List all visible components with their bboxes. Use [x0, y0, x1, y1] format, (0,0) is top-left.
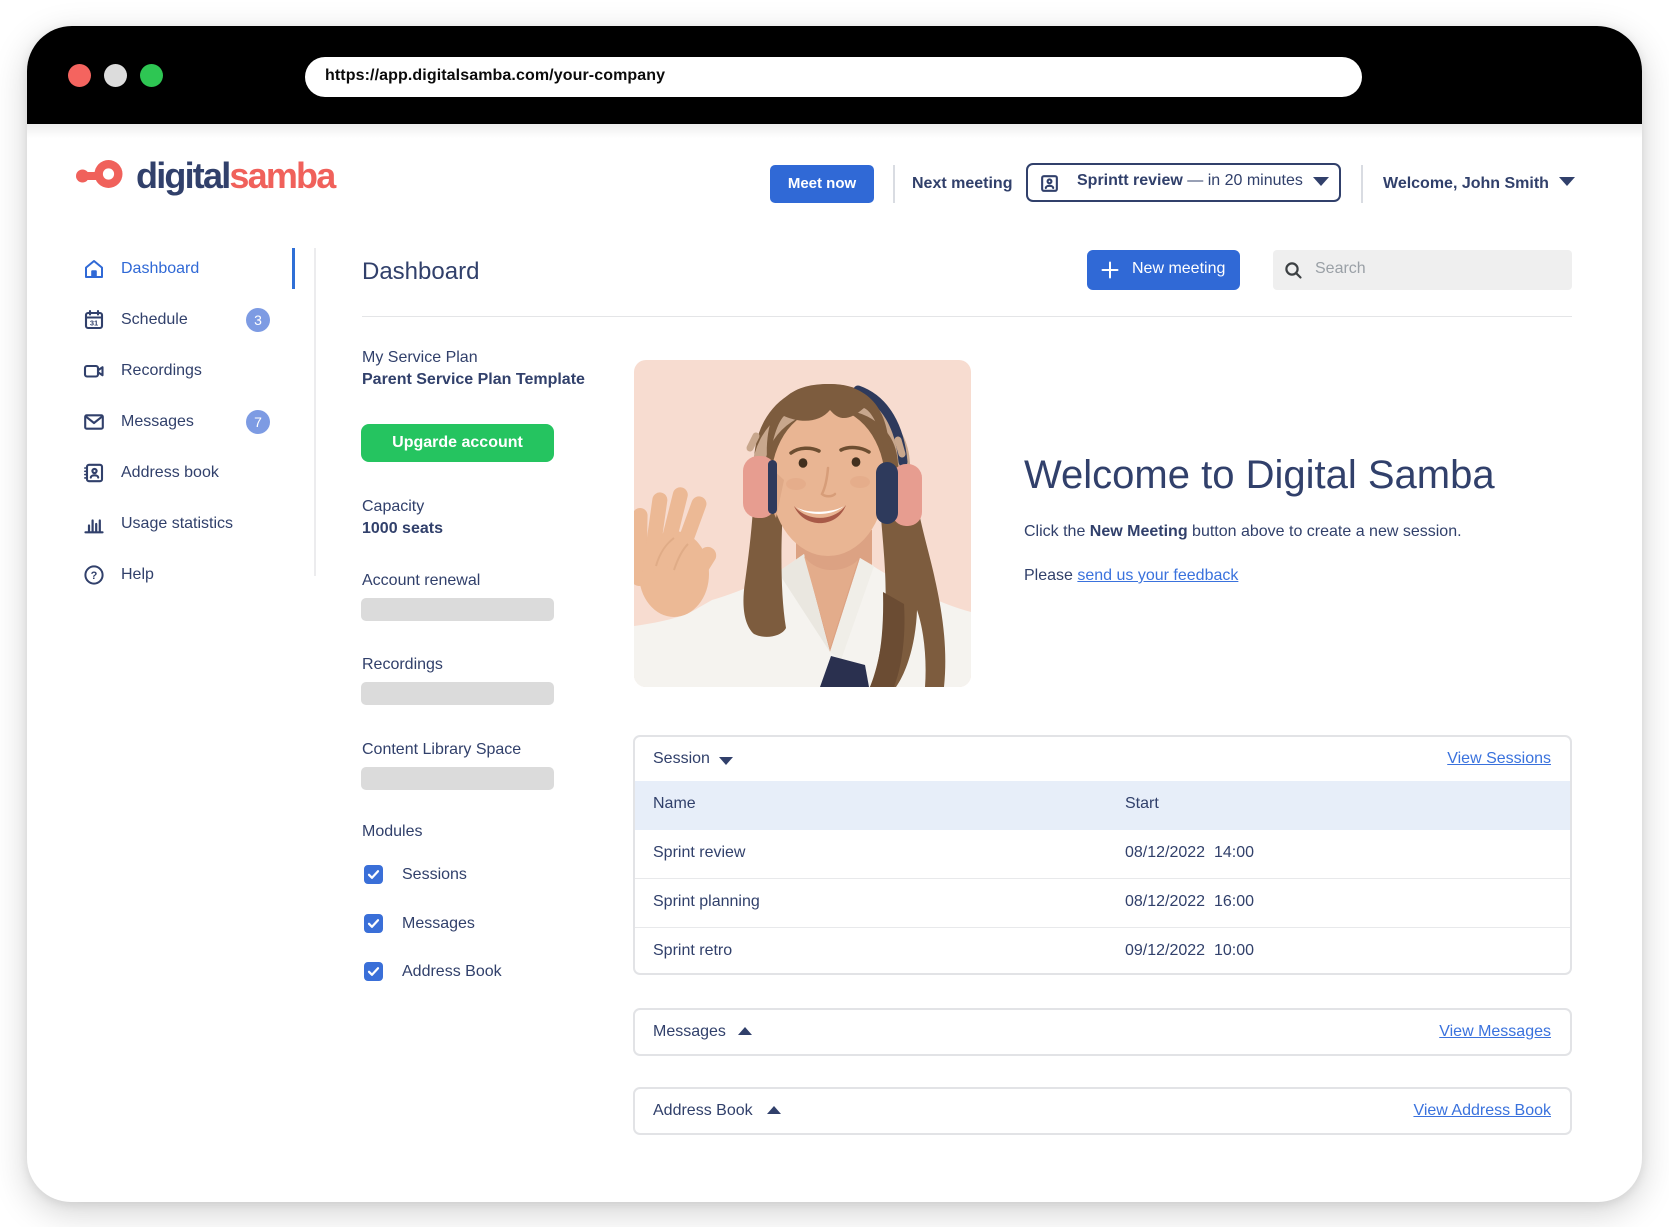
svg-text:?: ? [91, 570, 98, 582]
svg-text:31: 31 [90, 319, 98, 328]
